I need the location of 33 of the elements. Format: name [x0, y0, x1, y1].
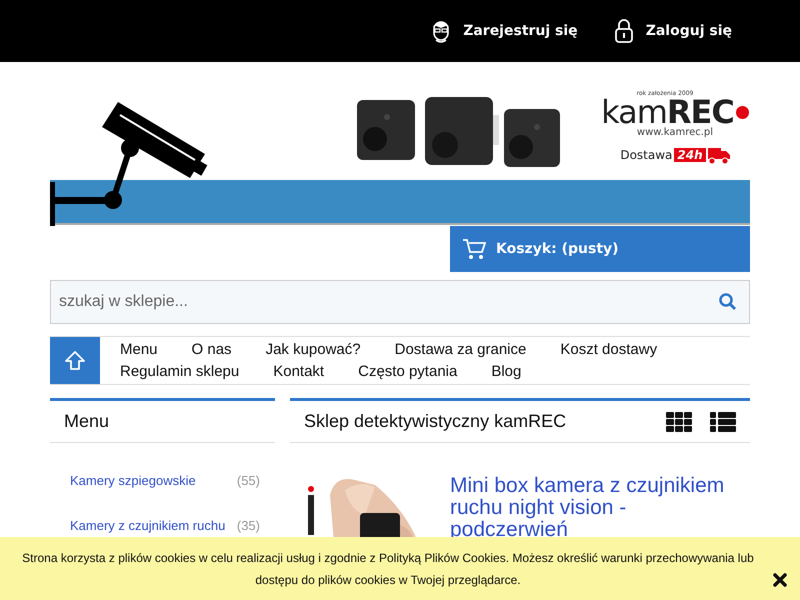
close-icon[interactable] — [773, 572, 787, 586]
cart-icon — [462, 238, 486, 260]
person-icon — [431, 18, 452, 44]
padlock-icon — [614, 18, 634, 44]
nav-link[interactable]: Często pytania — [358, 360, 458, 382]
category-link[interactable]: Kamery szpiegowskie — [70, 473, 196, 488]
sidebar-title: Menu — [50, 398, 275, 443]
delivery-label: Dostawa — [620, 148, 672, 162]
nav-link[interactable]: Dostawa za granice — [394, 338, 526, 360]
category-count: (35) — [236, 518, 260, 533]
home-button[interactable] — [50, 337, 100, 384]
nav-link[interactable]: Regulamin sklepu — [120, 360, 240, 382]
delivery-badge: 24h — [674, 148, 706, 162]
nav-link[interactable]: Koszt dostawy — [560, 338, 658, 360]
search-icon[interactable] — [719, 293, 737, 311]
cart-button[interactable]: Koszyk: (pusty) — [450, 226, 750, 272]
nav-link[interactable]: Kontakt — [273, 360, 324, 382]
register-link[interactable]: Zarejestruj się — [431, 18, 578, 44]
login-link[interactable]: Zaloguj się — [614, 18, 732, 44]
home-icon — [64, 350, 86, 372]
logo: kamREC — [601, 97, 749, 127]
category-count: (55) — [236, 473, 260, 488]
list-view-icon[interactable] — [710, 412, 736, 432]
cookie-notice: Strona korzysta z plików cookies w celu realizacji usług i zgodnie z Polityką Plików Cookies. Możesz określić warunki przechowywania lub dostępu do plików cookies w Twojej przeglądarce. — [21, 550, 755, 588]
nav-link[interactable]: Blog — [491, 360, 522, 382]
grid-view-icon[interactable] — [666, 412, 692, 432]
category-link[interactable]: Kamery z czujnikiem ruchu — [70, 518, 226, 533]
nav-link[interactable]: Jak kupować? — [266, 338, 361, 360]
logo-url: www.kamrec.pl — [636, 127, 714, 138]
nav-link[interactable]: O nas — [192, 338, 232, 360]
truck-icon — [708, 146, 730, 164]
nav-link[interactable]: Menu — [120, 338, 158, 360]
section-title: Sklep detektywistyczny kamREC — [304, 411, 566, 432]
